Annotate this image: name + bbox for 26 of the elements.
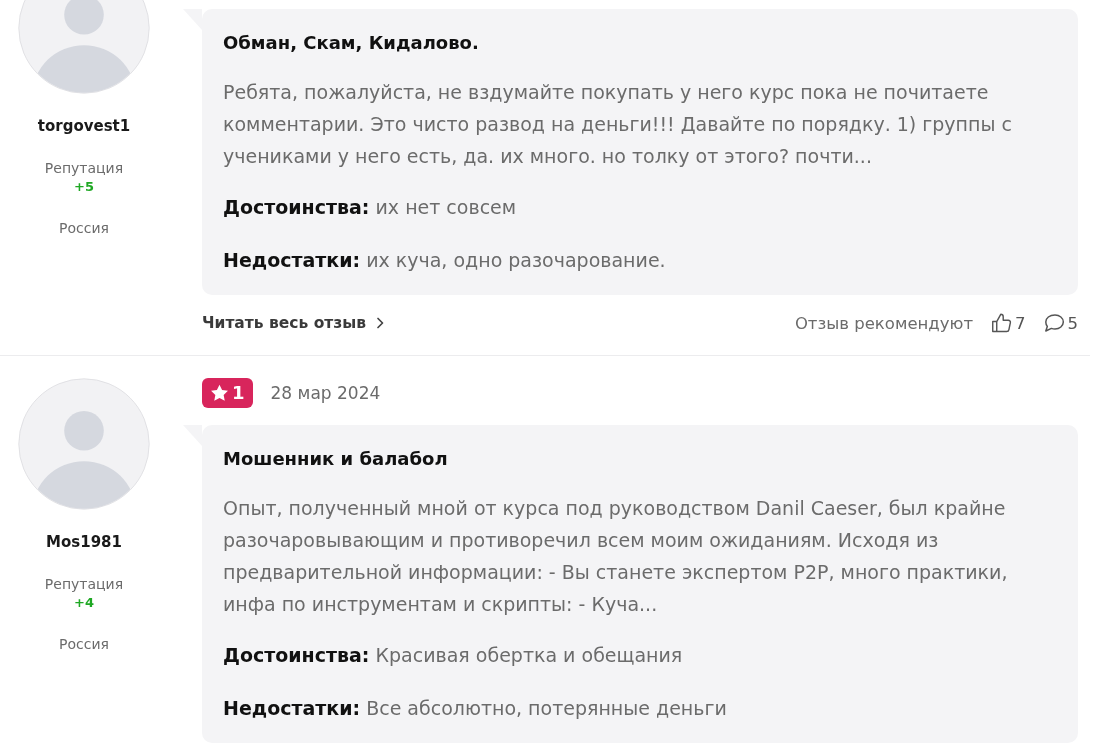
- review-date: 28 мар 2024: [270, 383, 381, 403]
- chevron-right-icon: [376, 317, 385, 329]
- read-more-link[interactable]: Читать весь отзыв: [202, 314, 385, 332]
- rating-badge: 1: [202, 378, 253, 408]
- review-pros: Достоинства: их нет совсем: [223, 195, 518, 220]
- user-country: Россия: [59, 219, 109, 237]
- thumbs-up-icon: [991, 313, 1012, 333]
- like-button[interactable]: 7: [991, 313, 1026, 333]
- comments-button[interactable]: 5: [1043, 313, 1078, 333]
- reputation-label: Репутация: [44, 575, 124, 593]
- user-country: Россия: [59, 635, 109, 653]
- comment-icon: [1043, 313, 1065, 333]
- reputation-label: Репутация: [44, 159, 124, 177]
- review-title: Обман, Скам, Кидалово.: [223, 31, 480, 55]
- reputation-value: +5: [74, 178, 94, 196]
- review-cons: Недостатки: их куча, одно разочарование.: [223, 248, 667, 273]
- recommend-label: Отзыв рекомендуют: [794, 313, 973, 333]
- review-pros: Достоинства: Красивая обертка и обещания: [223, 643, 684, 668]
- review-text: Опыт, полученный мной от курса под руководством Danil Caeser, был крайне разочаровывающим и противоречил всем моим ожиданиям. Исходя из предварительной информации: - Вы станете экспертом P2P, много практики, инфа по инструментам и скрипты: - Куча...: [223, 496, 1009, 617]
- star-icon: [210, 384, 229, 402]
- review-title: Мошенник и балабол: [223, 447, 449, 471]
- review-text: Ребята, пожалуйста, не вздумайте покупать у него курс пока не почитаете комментарии. Это чисто развод на деньги!!! Давайте по порядку. 1) группы с учениками у него есть, да. их много. но толку от этого? почти...: [223, 80, 1013, 169]
- user-name[interactable]: Mos1981: [46, 531, 122, 553]
- reputation-value: +4: [74, 594, 94, 612]
- review-cons: Недостатки: Все абсолютно, потерянные деньги: [223, 696, 728, 721]
- user-name[interactable]: torgovest1: [37, 115, 131, 137]
